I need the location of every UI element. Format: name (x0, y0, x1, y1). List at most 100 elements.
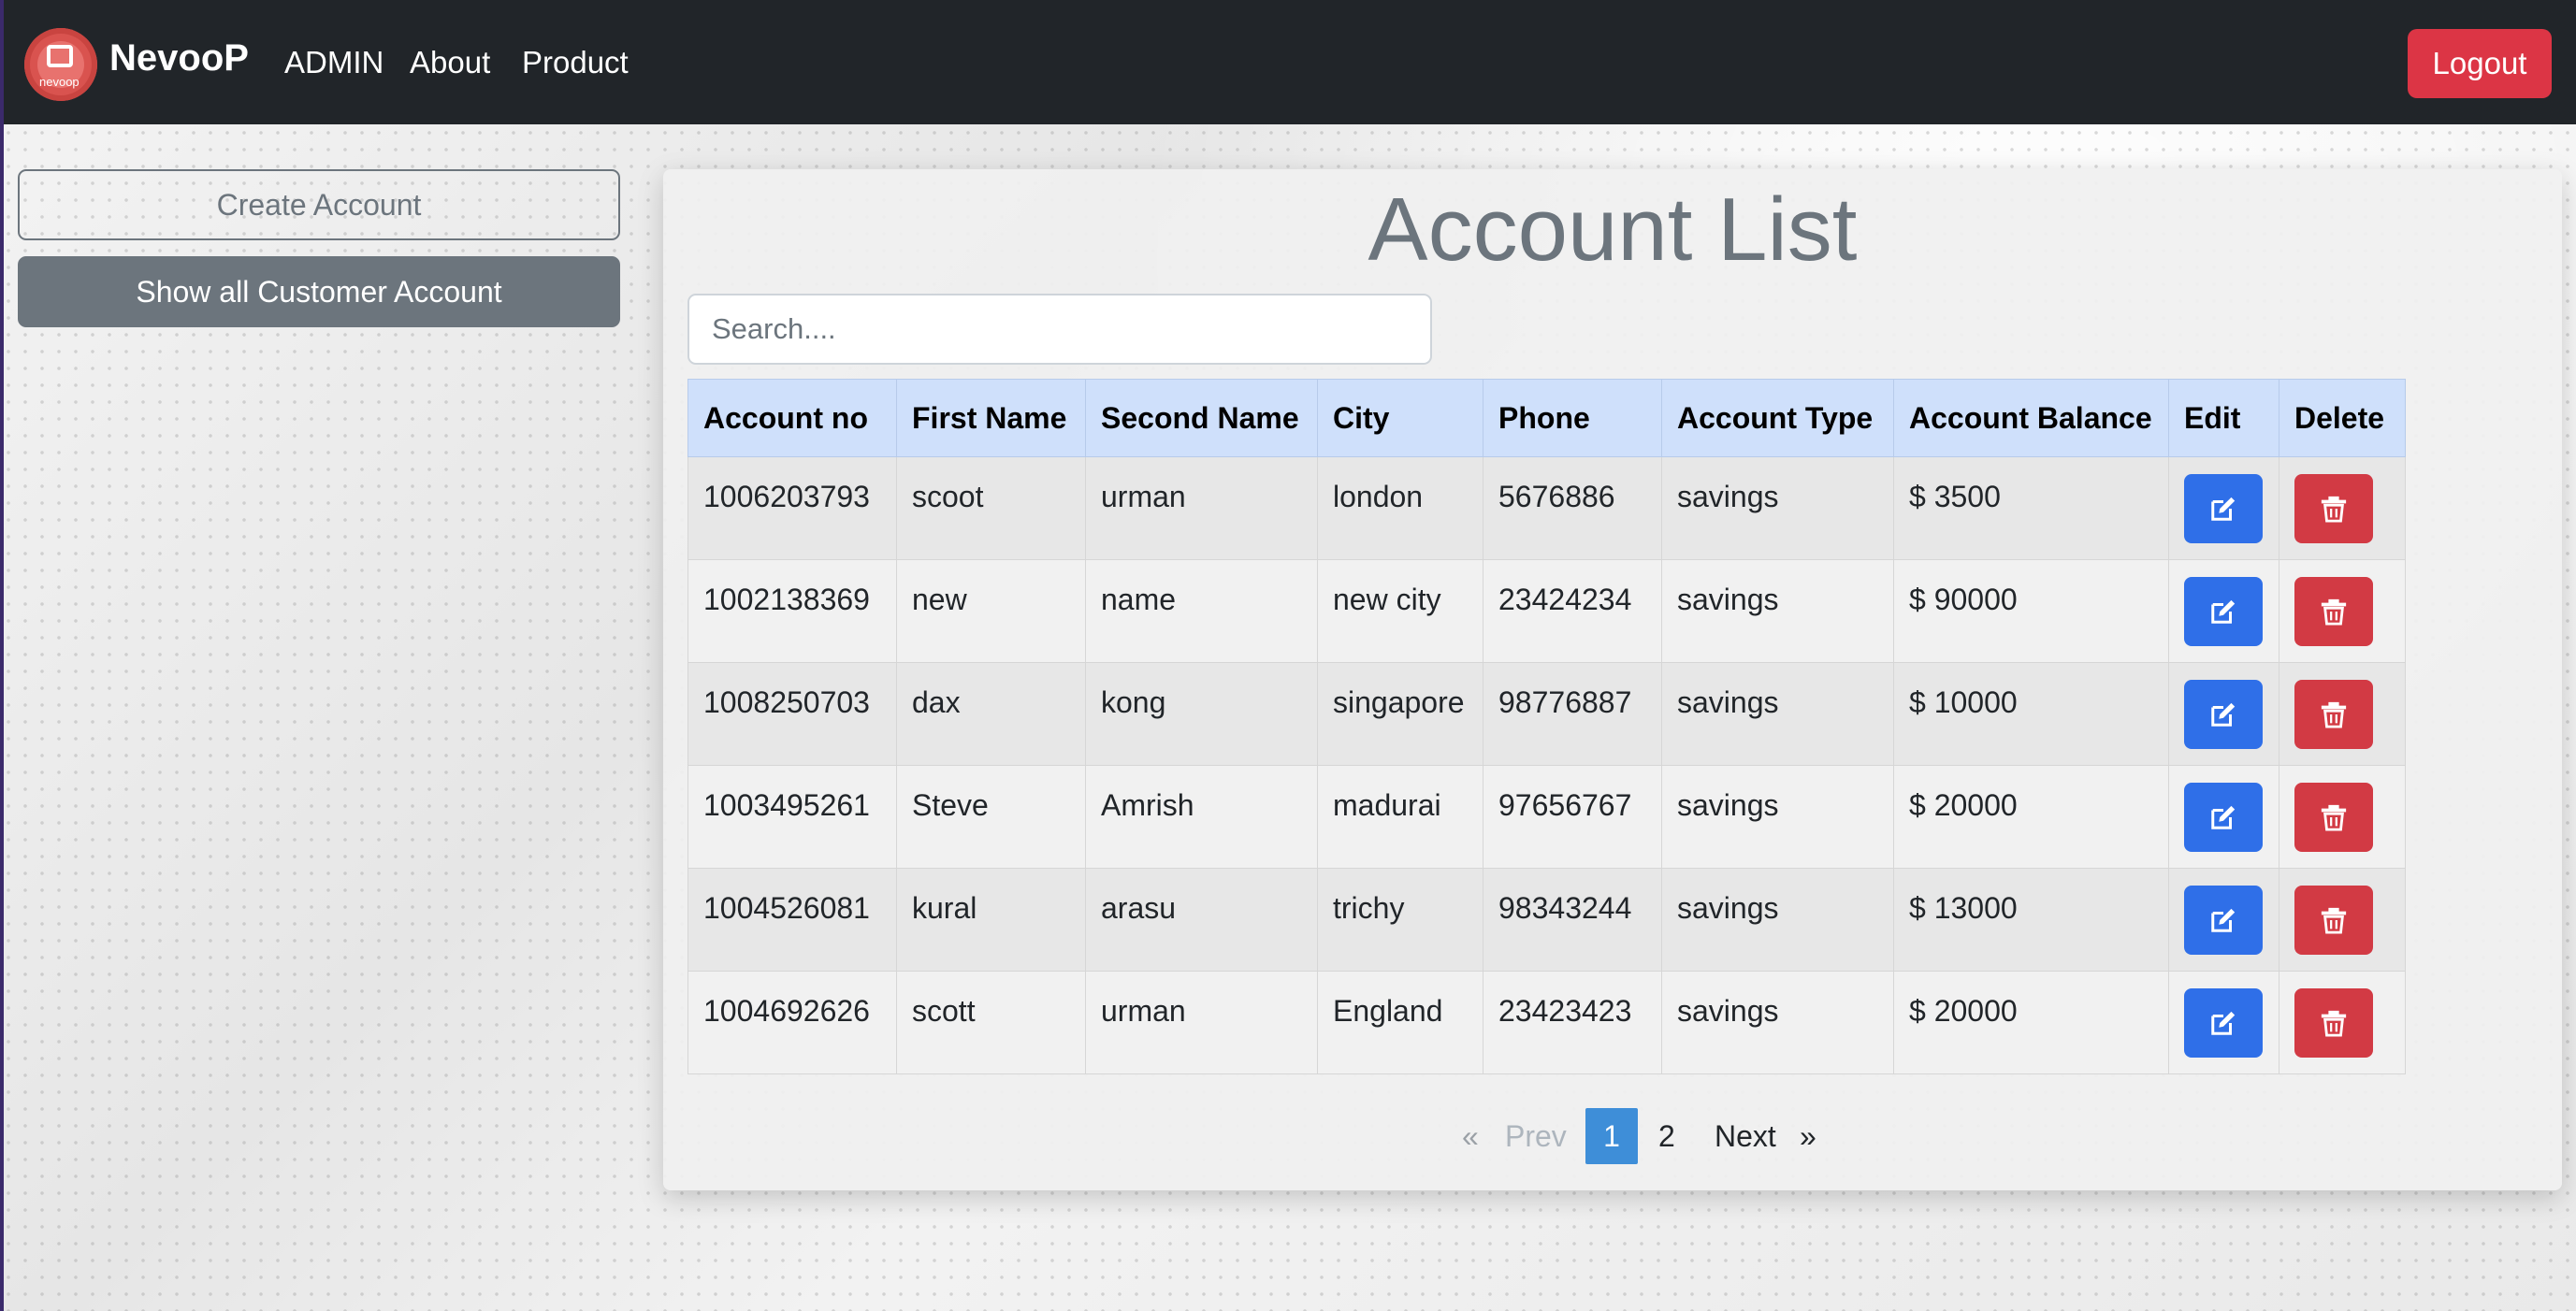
delete-button[interactable] (2294, 680, 2373, 749)
column-header: Edit (2168, 379, 2279, 457)
table-cell: trichy (1317, 868, 1483, 972)
table-row: 1006203793 scoot urman london 5676886 savings… (687, 456, 2406, 560)
table-cell: 1002138369 (687, 559, 897, 663)
delete-button[interactable] (2294, 988, 2373, 1058)
table-cell: new (896, 559, 1086, 663)
table-cell: 5676886 (1483, 456, 1662, 560)
edit-cell (2168, 765, 2279, 869)
table-cell: 1004526081 (687, 868, 897, 972)
table-cell: $ 10000 (1893, 662, 2169, 766)
pagination-page-1[interactable]: 1 (1585, 1108, 1638, 1164)
table-cell: scoot (896, 456, 1086, 560)
search-input[interactable] (687, 294, 1432, 365)
column-header[interactable]: Account Type (1661, 379, 1894, 457)
column-header[interactable]: City (1317, 379, 1483, 457)
table-cell: Amrish (1085, 765, 1318, 869)
edit-cell (2168, 868, 2279, 972)
column-header[interactable]: Second Name (1085, 379, 1318, 457)
table-cell: $ 3500 (1893, 456, 2169, 560)
table-cell: 1008250703 (687, 662, 897, 766)
edit-button[interactable] (2184, 474, 2263, 543)
table-cell: 1004692626 (687, 971, 897, 1074)
edit-cell (2168, 456, 2279, 560)
column-header[interactable]: Account Balance (1893, 379, 2169, 457)
table-cell: 23423423 (1483, 971, 1662, 1074)
create-account-button[interactable]: Create Account (18, 169, 620, 240)
table-cell: scott (896, 971, 1086, 1074)
edit-cell (2168, 971, 2279, 1074)
edit-button[interactable] (2184, 988, 2263, 1058)
delete-cell (2279, 662, 2406, 766)
show-all-accounts-button[interactable]: Show all Customer Account (18, 256, 620, 327)
delete-button[interactable] (2294, 886, 2373, 955)
edit-cell (2168, 559, 2279, 663)
table-cell: $ 90000 (1893, 559, 2169, 663)
table-row: 1004692626 scott urman England 23423423 savin… (687, 971, 2406, 1074)
pagination-prev-arrow[interactable]: « (1462, 1108, 1479, 1164)
table-cell: 1003495261 (687, 765, 897, 869)
table-cell: savings (1661, 662, 1894, 766)
table-cell: savings (1661, 765, 1894, 869)
pagination-next[interactable]: Next (1715, 1108, 1776, 1164)
table-cell: $ 20000 (1893, 765, 2169, 869)
pagination-prev[interactable]: Prev (1505, 1108, 1567, 1164)
pagination: « Prev 1 2 Next » (663, 1108, 2562, 1164)
delete-cell (2279, 868, 2406, 972)
window-edge (0, 0, 4, 1311)
table-cell: savings (1661, 868, 1894, 972)
table-cell: urman (1085, 971, 1318, 1074)
table-cell: arasu (1085, 868, 1318, 972)
table-cell: 98776887 (1483, 662, 1662, 766)
delete-button[interactable] (2294, 577, 2373, 646)
brand-name[interactable]: NevooP (109, 37, 249, 79)
delete-cell (2279, 559, 2406, 663)
table-cell: 23424234 (1483, 559, 1662, 663)
edit-button[interactable] (2184, 886, 2263, 955)
table-cell: kong (1085, 662, 1318, 766)
edit-button[interactable] (2184, 680, 2263, 749)
table-row: 1004526081 kural arasu trichy 98343244 saving… (687, 868, 2406, 972)
table-cell: savings (1661, 971, 1894, 1074)
page-title: Account List (1368, 180, 1858, 280)
column-header[interactable]: Phone (1483, 379, 1662, 457)
delete-cell (2279, 456, 2406, 560)
edit-button[interactable] (2184, 577, 2263, 646)
table-row: 1003495261 Steve Amrish madurai 97656767 savi… (687, 765, 2406, 869)
delete-cell (2279, 765, 2406, 869)
table-row: 1008250703 dax kong singapore 98776887 saving… (687, 662, 2406, 766)
accounts-table: Account no First Name Second Name City P… (687, 379, 2406, 1074)
delete-button[interactable] (2294, 783, 2373, 852)
table-cell: England (1317, 971, 1483, 1074)
account-list-card: Account List Account no First Name Secon… (663, 169, 2562, 1190)
column-header[interactable]: Account no (687, 379, 897, 457)
table-cell: london (1317, 456, 1483, 560)
nav-link-admin[interactable]: ADMIN (284, 45, 384, 80)
table-cell: savings (1661, 456, 1894, 560)
table-cell: $ 13000 (1893, 868, 2169, 972)
table-cell: $ 20000 (1893, 971, 2169, 1074)
table-cell: name (1085, 559, 1318, 663)
delete-button[interactable] (2294, 474, 2373, 543)
pagination-page-2[interactable]: 2 (1658, 1108, 1675, 1164)
edit-cell (2168, 662, 2279, 766)
column-header[interactable]: First Name (896, 379, 1086, 457)
table-cell: new city (1317, 559, 1483, 663)
nav-link-about[interactable]: About (410, 45, 490, 80)
table-cell: savings (1661, 559, 1894, 663)
table-cell: kural (896, 868, 1086, 972)
table-cell: dax (896, 662, 1086, 766)
nav-link-product[interactable]: Product (522, 45, 629, 80)
column-header: Delete (2279, 379, 2406, 457)
table-cell: Steve (896, 765, 1086, 869)
top-navbar: nevoop NevooP ADMIN About Product Logout (0, 0, 2576, 124)
edit-button[interactable] (2184, 783, 2263, 852)
logout-button[interactable]: Logout (2408, 29, 2552, 98)
table-header-row: Account no First Name Second Name City P… (687, 379, 2406, 457)
delete-cell (2279, 971, 2406, 1074)
table-row: 1002138369 new name new city 23424234 savings… (687, 559, 2406, 663)
table-cell: urman (1085, 456, 1318, 560)
table-cell: 98343244 (1483, 868, 1662, 972)
pagination-next-arrow[interactable]: » (1800, 1108, 1816, 1164)
brand-logo[interactable]: nevoop (24, 28, 97, 101)
table-cell: 97656767 (1483, 765, 1662, 869)
